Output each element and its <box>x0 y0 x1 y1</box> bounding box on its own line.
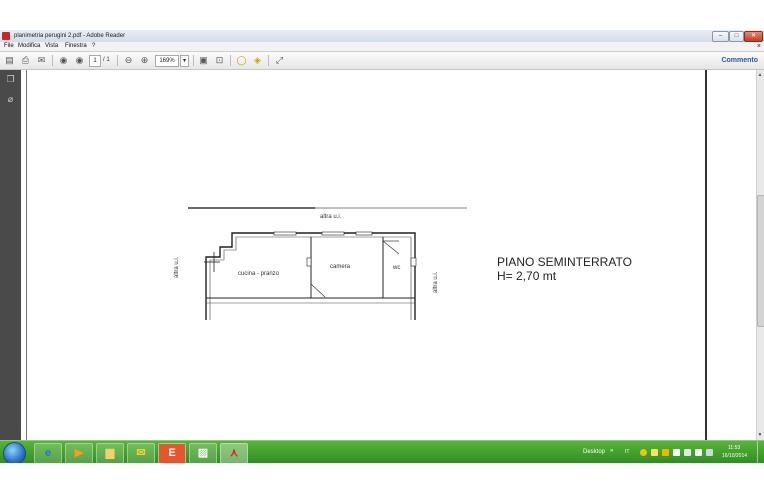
adobe-reader-icon: ⋏ <box>229 447 239 459</box>
toolbar-separator <box>52 55 53 66</box>
language-indicator[interactable]: IT <box>625 441 629 464</box>
adobe-reader-app-icon <box>2 32 10 40</box>
empty-area <box>0 463 764 492</box>
menu-finestra[interactable]: Finestra <box>65 42 87 51</box>
email-icon[interactable]: ✉ <box>36 55 47 66</box>
battery-icon[interactable] <box>706 449 713 456</box>
show-desktop-button[interactable] <box>757 441 764 464</box>
pages-panel-icon[interactable]: ❐ <box>5 74 16 85</box>
page-number-input[interactable]: 1 <box>89 55 101 67</box>
taskbar-adobe-reader[interactable]: ⋏ <box>220 443 248 464</box>
close-button[interactable]: ✕ <box>744 31 763 42</box>
zoom-dropdown[interactable]: ▾ <box>180 55 189 67</box>
comment-icon[interactable]: ◯ <box>236 55 247 66</box>
taskbar-image-viewer[interactable]: ▨ <box>189 443 217 464</box>
internet-explorer-icon: e <box>44 447 52 459</box>
maximize-button[interactable]: □ <box>729 31 744 42</box>
highlight-icon[interactable]: ◈ <box>252 55 263 66</box>
menu-file[interactable]: File <box>4 42 14 51</box>
plan-height-note: H= 2,70 mt <box>497 269 557 283</box>
taskbar-file-explorer[interactable]: ▆ <box>96 443 124 464</box>
flag-icon[interactable] <box>673 449 680 456</box>
taskbar-media-player[interactable]: ▶ <box>65 443 93 464</box>
tray-app-icon[interactable] <box>640 449 647 456</box>
door-jamb <box>306 257 312 267</box>
print-icon[interactable]: ⎙ <box>20 55 31 66</box>
taskbar-internet-explorer[interactable]: e <box>34 443 62 464</box>
fit-width-icon[interactable]: ⊡ <box>214 55 225 66</box>
zoom-out-icon[interactable]: ⊖ <box>123 55 134 66</box>
media-player-icon: ▶ <box>74 447 84 459</box>
close-document-icon[interactable]: × <box>757 42 761 51</box>
door-swing <box>310 283 326 298</box>
window <box>273 231 297 236</box>
image-viewer-icon: ▨ <box>197 447 209 459</box>
toolbar-separator <box>117 55 118 66</box>
minimize-button[interactable]: ‒ <box>712 31 729 42</box>
taskbar-outlook[interactable]: ✉ <box>127 443 155 464</box>
label-altra-left: altra u.i. <box>174 256 180 278</box>
window-title: planimetria perugini 2.pdf - Adobe Reade… <box>14 33 126 39</box>
menu-bar: File Modifica Vista Finestra ? × <box>0 42 764 52</box>
tray-app-icon[interactable] <box>662 449 669 456</box>
create-pdf-icon[interactable]: ▤ <box>4 55 15 66</box>
label-bedroom: camera <box>330 264 351 270</box>
clock-date[interactable]: 16/10/2014 <box>722 453 747 459</box>
folder-icon: ▆ <box>105 447 115 459</box>
volume-icon[interactable] <box>695 449 702 456</box>
zoom-level-field[interactable]: 169% <box>155 55 179 67</box>
fit-page-icon[interactable]: ▣ <box>198 55 209 66</box>
attachments-icon[interactable]: ⌀ <box>5 94 16 105</box>
scroll-up-icon[interactable]: ▲ <box>757 71 763 79</box>
previous-page-icon[interactable]: ◉ <box>58 55 69 66</box>
label-altra-top: altra u.i. <box>320 214 342 220</box>
window <box>321 231 345 236</box>
tray-expand-icon[interactable]: » <box>610 441 613 461</box>
full-screen-icon[interactable]: ⤢ <box>274 55 285 66</box>
scroll-down-icon[interactable]: ▼ <box>757 431 763 439</box>
label-wc: wc <box>393 265 401 271</box>
toolbar-separator <box>193 55 194 66</box>
window <box>355 231 373 236</box>
tray-app-icon[interactable] <box>651 449 658 456</box>
toolbar: ▤ ⎙ ✉ ◉ ◉ 1 / 1 ⊖ ⊕ 169% ▾ ▣ ⊡ ◯ ◈ ⤢ Com… <box>0 52 764 70</box>
menu-vista[interactable]: Vista <box>45 42 58 51</box>
commento-button[interactable]: Commento <box>721 52 758 69</box>
outlook-icon: ✉ <box>136 447 146 459</box>
door-jamb <box>410 257 417 267</box>
desktop-toolbar-label[interactable]: Desktop <box>583 441 605 464</box>
navigation-panel: ❐ ⌀ <box>0 70 21 440</box>
taskbar-office-app[interactable]: E <box>158 443 186 464</box>
toolbar-separator <box>230 55 231 66</box>
plan-heading: PIANO SEMINTERRATO <box>497 255 632 269</box>
network-icon[interactable] <box>684 449 691 456</box>
clock-time[interactable]: 11:53 <box>728 445 740 451</box>
zoom-in-icon[interactable]: ⊕ <box>139 55 150 66</box>
office-app-icon: E <box>159 444 185 463</box>
door-swing <box>382 240 400 255</box>
toolbar-separator <box>268 55 269 66</box>
label-altra-right: altra u.i. <box>433 271 439 293</box>
start-button[interactable] <box>3 442 26 465</box>
menu-modifica[interactable]: Modifica <box>18 42 40 51</box>
windows-taskbar: e ▶ ▆ ✉ E ▨ ⋏ Desktop » IT 11:53 16/10/2… <box>0 440 764 465</box>
page-border-left <box>26 70 27 440</box>
page-total: / 1 <box>103 57 110 63</box>
scrollbar-thumb[interactable] <box>757 195 764 327</box>
menu-help[interactable]: ? <box>92 42 95 51</box>
next-page-icon[interactable]: ◉ <box>74 55 85 66</box>
label-kitchen: cucina - pranzo <box>238 271 280 277</box>
page-border-right <box>705 70 707 440</box>
